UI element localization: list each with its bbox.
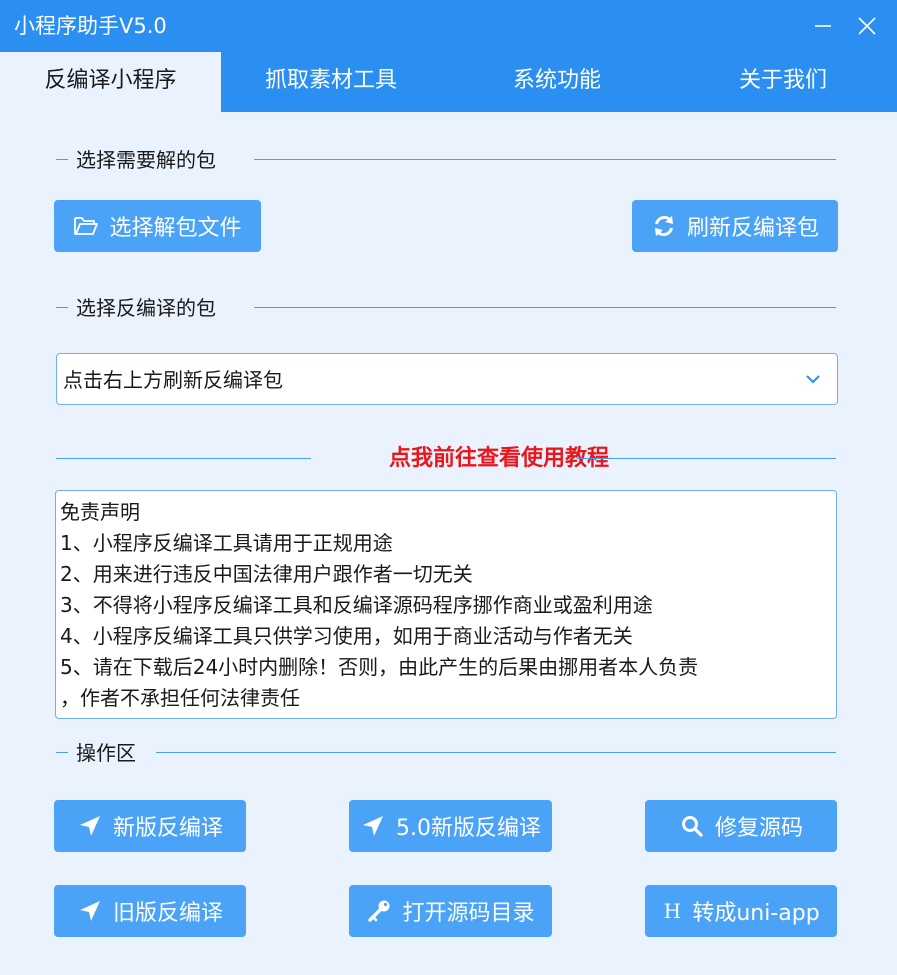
disclaimer-line: 3、不得将小程序反编译工具和反编译源码程序挪作商业或盈利用途	[60, 593, 653, 617]
tutorial-divider: 点我前往查看使用教程	[56, 444, 836, 474]
app-window: 小程序助手V5.0 反编译小程序 抓取素材工具 系统功能 关于我们 选择需要解的…	[0, 0, 897, 975]
divider	[254, 159, 836, 160]
divider	[56, 752, 68, 753]
old-decompile-label: 旧版反编译	[112, 901, 223, 926]
divider	[156, 752, 836, 753]
title-bar[interactable]: 小程序助手V5.0	[0, 0, 897, 52]
refresh-icon	[651, 213, 677, 239]
v5-new-decompile-label: 5.0新版反编译	[396, 816, 541, 841]
send-arrow-icon	[77, 813, 103, 839]
dropdown-value: 点击右上方刷新反编译包	[63, 368, 283, 392]
refresh-decompile-package-button[interactable]: 刷新反编译包	[632, 200, 838, 252]
chevron-down-icon	[806, 375, 820, 384]
divider	[577, 458, 836, 459]
disclaimer-line: 1、小程序反编译工具请用于正规用途	[60, 531, 393, 555]
divider	[254, 307, 836, 308]
select-unpack-file-label: 选择解包文件	[109, 216, 242, 241]
divider	[56, 458, 311, 459]
disclaimer-textarea[interactable]: 免责声明 1、小程序反编译工具请用于正规用途 2、用来进行违反中国法律用户跟作者…	[55, 490, 837, 719]
convert-to-uniapp-label: 转成uni-app	[692, 901, 820, 926]
tab-bar: 反编译小程序 抓取素材工具 系统功能 关于我们	[0, 52, 897, 112]
section-select-decompile-package: 选择反编译的包	[56, 293, 836, 323]
new-decompile-label: 新版反编译	[112, 816, 223, 841]
repair-source-button[interactable]: 修复源码	[645, 800, 837, 852]
folder-open-icon	[73, 213, 99, 239]
minimize-button[interactable]	[805, 10, 841, 42]
tab-decompile-miniprogram[interactable]: 反编译小程序	[0, 52, 221, 112]
v5-new-decompile-button[interactable]: 5.0新版反编译	[349, 800, 552, 852]
tab-grab-material-tool[interactable]: 抓取素材工具	[221, 52, 441, 112]
window-title: 小程序助手V5.0	[14, 14, 167, 38]
close-icon	[858, 17, 876, 35]
section-select-package: 选择需要解的包	[56, 145, 836, 175]
open-source-directory-label: 打开源码目录	[402, 901, 535, 926]
old-decompile-button[interactable]: 旧版反编译	[54, 885, 246, 937]
tutorial-link[interactable]: 点我前往查看使用教程	[369, 444, 629, 474]
select-unpack-file-button[interactable]: 选择解包文件	[54, 200, 261, 252]
new-decompile-button[interactable]: 新版反编译	[54, 800, 246, 852]
divider	[56, 159, 68, 160]
search-icon	[679, 813, 705, 839]
convert-to-uniapp-button[interactable]: H 转成uni-app	[645, 885, 837, 937]
disclaimer-line: 4、小程序反编译工具只供学习使用，如用于商业活动与作者无关	[60, 624, 633, 648]
tab-about-us[interactable]: 关于我们	[673, 52, 893, 112]
open-source-directory-button[interactable]: 打开源码目录	[349, 885, 552, 937]
disclaimer-line: 免责声明	[60, 500, 140, 524]
section-title: 选择需要解的包	[76, 148, 216, 172]
disclaimer-line: 5、请在下载后24小时内删除！否则，由此产生的后果由挪用者本人负责	[60, 655, 699, 679]
repair-source-label: 修复源码	[714, 816, 803, 841]
send-arrow-icon	[360, 813, 386, 839]
section-title: 选择反编译的包	[76, 296, 216, 320]
disclaimer-line: ，作者不承担任何法律责任	[60, 686, 300, 710]
disclaimer-line: 2、用来进行违反中国法律用户跟作者一切无关	[60, 562, 473, 586]
minimize-icon	[815, 25, 831, 27]
section-title: 操作区	[76, 741, 136, 765]
refresh-decompile-package-label: 刷新反编译包	[686, 216, 819, 241]
close-button[interactable]	[849, 10, 885, 42]
decompile-package-dropdown[interactable]: 点击右上方刷新反编译包	[56, 353, 838, 405]
send-arrow-icon	[77, 898, 103, 924]
key-icon	[366, 898, 392, 924]
tab-system-functions[interactable]: 系统功能	[447, 52, 667, 112]
html-h-icon: H	[663, 899, 682, 923]
section-operations: 操作区	[56, 738, 836, 768]
divider	[56, 307, 68, 308]
